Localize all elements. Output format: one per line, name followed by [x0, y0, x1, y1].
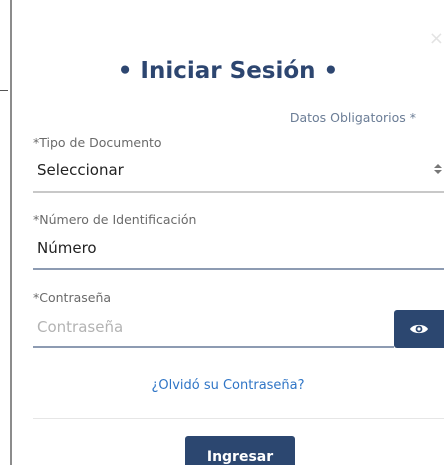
footer-divider — [33, 418, 444, 419]
document-type-select[interactable]: Seleccionar — [33, 155, 444, 193]
password-placeholder: Contraseña — [37, 318, 124, 336]
required-fields-note: Datos Obligatorios * — [289, 110, 416, 125]
password-label: *Contraseña — [33, 290, 112, 305]
forgot-password-link[interactable]: ¿Olvidó su Contraseña? — [12, 378, 444, 393]
login-modal: × • Iniciar Sesión • Datos Obligatorios … — [12, 0, 444, 465]
id-number-label: *Número de Identificación — [33, 212, 197, 227]
document-type-value: Seleccionar — [37, 161, 124, 179]
select-arrows-icon — [434, 164, 442, 174]
eye-icon — [410, 324, 428, 334]
close-icon[interactable]: × — [429, 30, 444, 48]
id-number-input[interactable]: Número — [33, 232, 444, 270]
login-submit-button[interactable]: Ingresar — [185, 436, 295, 465]
password-input[interactable]: Contraseña — [33, 310, 394, 348]
document-type-label: *Tipo de Documento — [33, 135, 162, 150]
backdrop-tick — [0, 90, 8, 91]
modal-title: • Iniciar Sesión • — [117, 58, 339, 84]
toggle-password-visibility-button[interactable] — [394, 310, 444, 348]
id-number-value: Número — [37, 239, 97, 257]
page: × • Iniciar Sesión • Datos Obligatorios … — [0, 0, 444, 465]
